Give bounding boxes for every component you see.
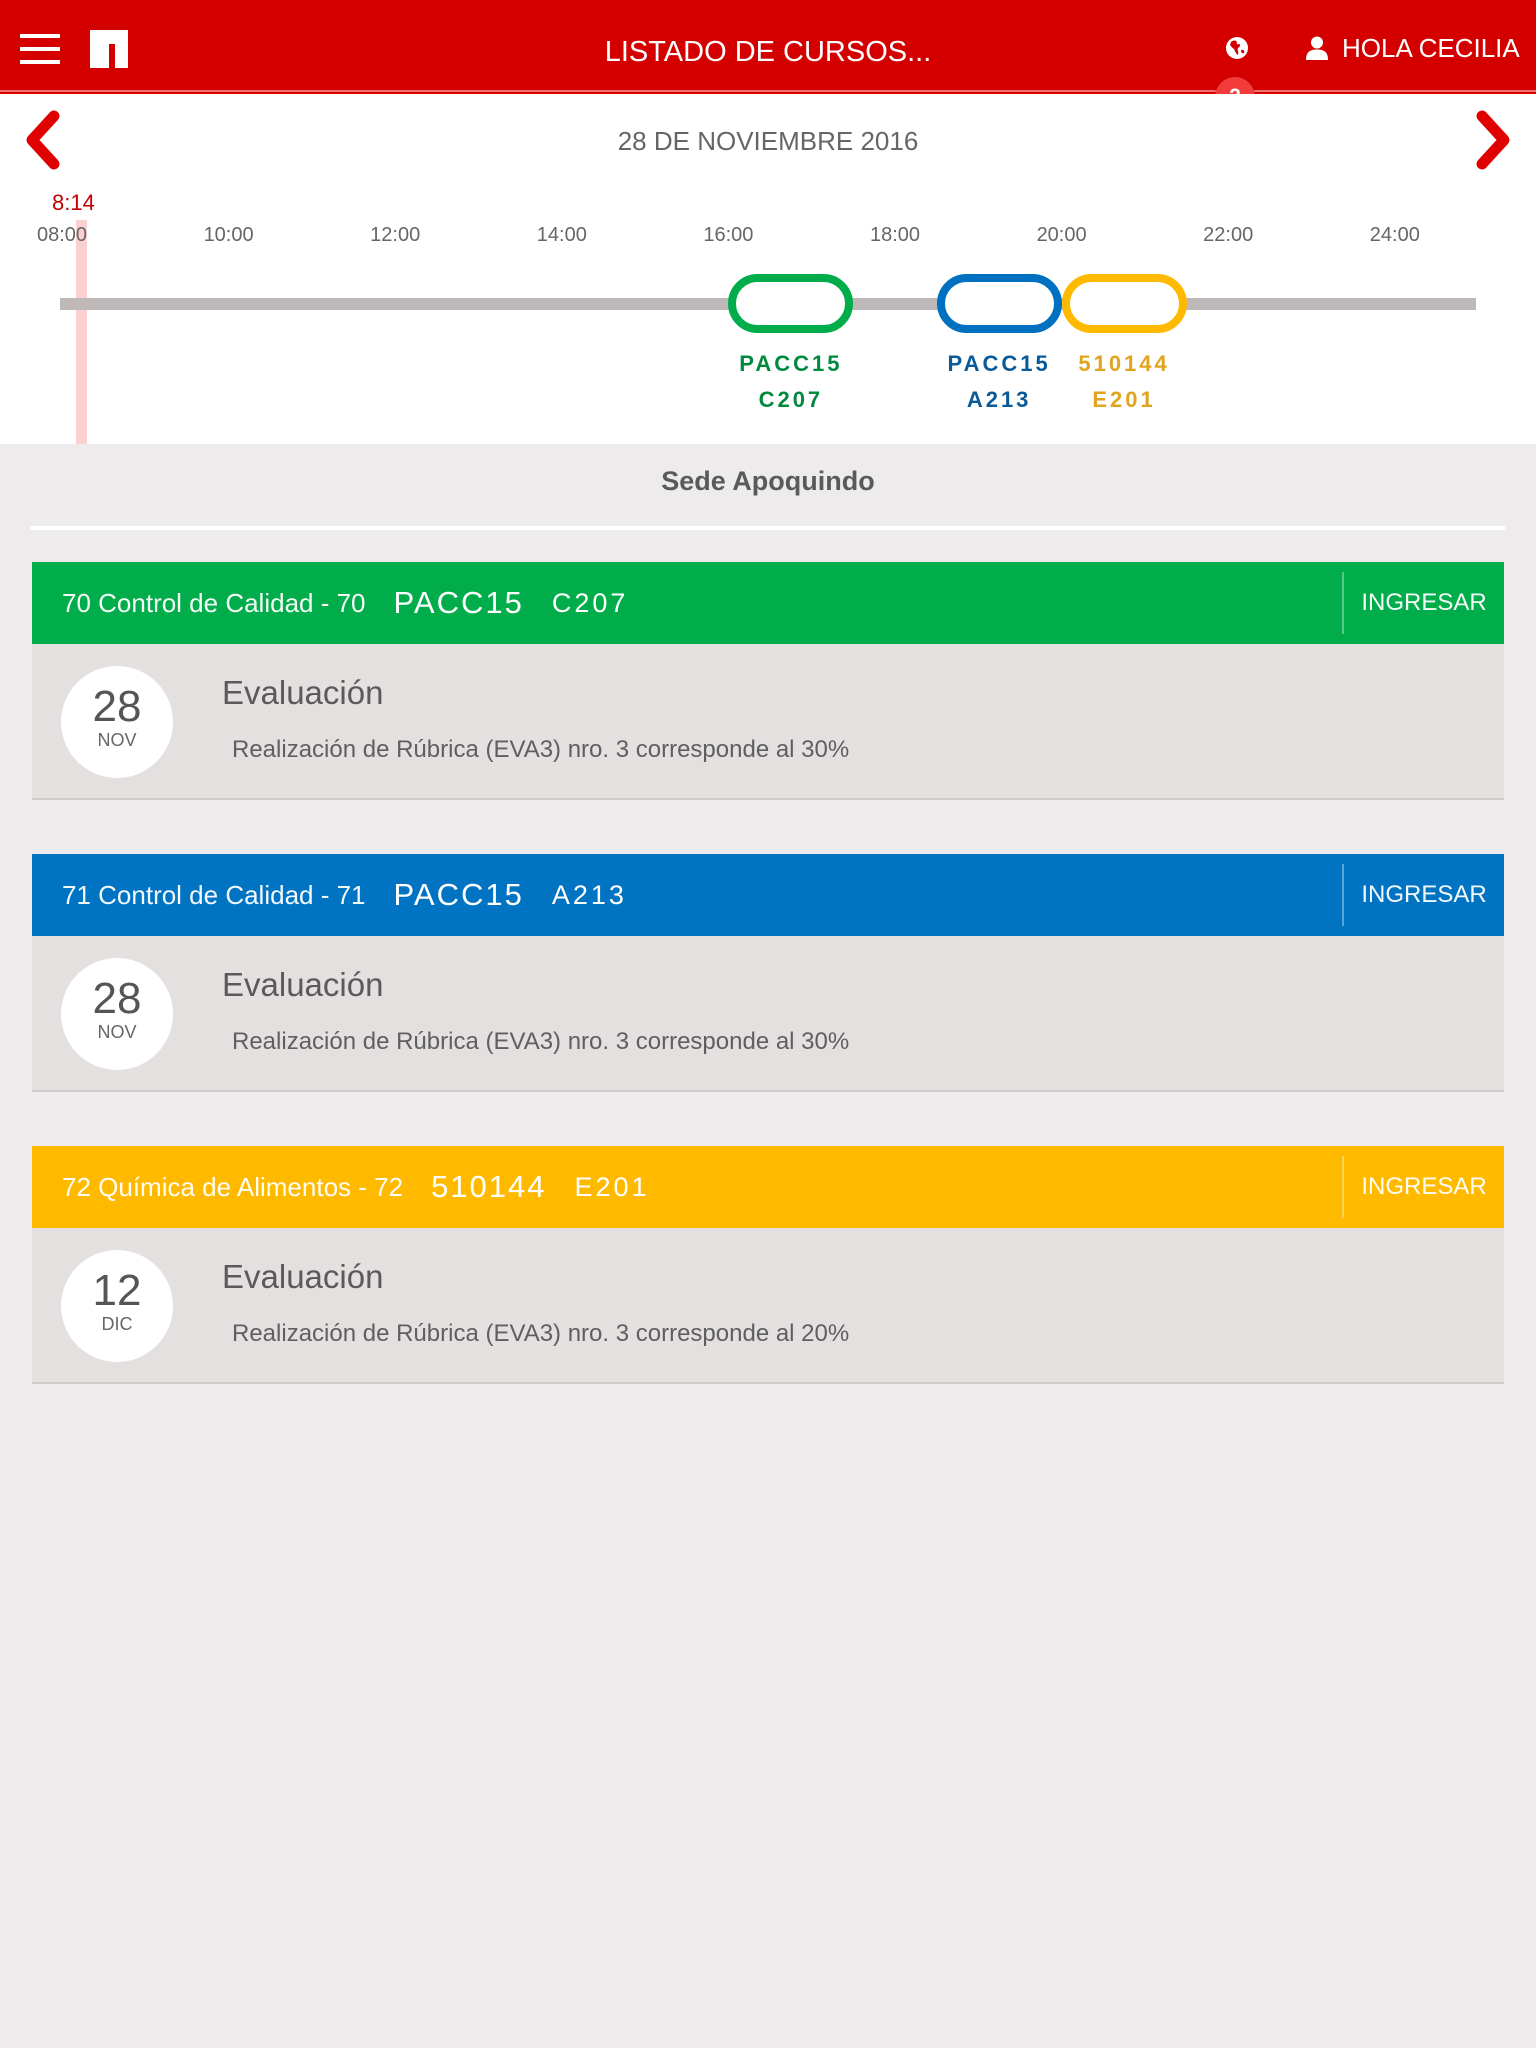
course-room: E201 [574,1171,650,1202]
evaluation-day: 12 [92,1266,142,1315]
course-card: 70 Control de Calidad - 70 PACC15 C207 I… [32,562,1504,800]
timeline-tick-label: 22:00 [1203,224,1254,246]
timeline-tick-label: 08:00 [36,224,88,246]
evaluation-item[interactable]: 12 DIC Evaluación Realización de Rúbrica… [32,1228,1504,1384]
timeline-event-room: A213 [966,387,1032,412]
course-card: 72 Química de Alimentos - 72 510144 E201… [32,1146,1504,1384]
timeline-event-label: PACC15 C207 [739,346,842,418]
evaluation-month: NOV [97,730,137,750]
evaluation-date-badge: 28 NOV [61,666,173,778]
evaluation-description: Realización de Rúbrica (EVA3) nro. 3 cor… [232,1028,850,1055]
ingresar-button[interactable]: INGRESAR [1342,864,1504,926]
evaluation-description: Realización de Rúbrica (EVA3) nro. 3 cor… [232,736,850,763]
timeline-event-label: 510144 E201 [1078,346,1169,418]
evaluation-title: Evaluación [222,674,384,711]
timeline-event-code: PACC15 [947,351,1051,376]
course-room: C207 [551,587,629,618]
user-greeting: HOLA CECILIA [1342,32,1520,63]
globe-icon[interactable] [1225,36,1249,60]
timeline-event-pill[interactable] [936,274,1062,333]
timeline-event-label: PACC15 A213 [948,346,1051,418]
timeline-date: 28 DE NOVIEMBRE 2016 [617,126,919,156]
next-day-chevron-icon[interactable] [1472,110,1516,170]
evaluation-day: 28 [92,974,142,1023]
timeline-tick-label: 16:00 [703,224,754,246]
course-name: 70 Control de Calidad - 70 [62,587,366,618]
evaluation-item[interactable]: 28 NOV Evaluación Realización de Rúbrica… [32,936,1504,1092]
course-name: 71 Control de Calidad - 71 [62,879,366,910]
evaluation-title: Evaluación [222,966,384,1003]
menu-hamburger-icon[interactable] [20,34,60,64]
timeline-tick-label: 12:00 [370,224,421,246]
evaluation-date-badge: 28 NOV [61,958,173,1070]
timeline-tick-label: 24:00 [1369,224,1420,246]
user-menu[interactable]: HOLA CECILIA [1306,30,1520,66]
evaluation-month: DIC [101,1314,133,1334]
campus-divider [30,526,1505,530]
timeline-event-room: C207 [758,387,824,412]
current-time-label: 8:14 [51,190,95,215]
ingresar-button[interactable]: INGRESAR [1342,572,1504,634]
timeline-tick-label: 14:00 [536,224,587,246]
timeline-event-pill[interactable] [1061,274,1187,333]
daily-timeline: 28 DE NOVIEMBRE 2016 8:14 08:00 10:00 12:0… [0,94,1536,444]
course-card: 71 Control de Calidad - 71 PACC15 A213 I… [32,854,1504,1092]
course-code: PACC15 [393,585,524,620]
evaluation-month: NOV [97,1022,137,1042]
course-code: PACC15 [393,877,524,912]
current-time-indicator [76,220,88,444]
timeline-event-code: PACC15 [739,351,843,376]
course-card-header: 72 Química de Alimentos - 72 510144 E201… [32,1146,1504,1228]
timeline-event-code: 510144 [1078,351,1170,376]
evaluation-day: 28 [92,682,142,731]
evaluation-description: Realización de Rúbrica (EVA3) nro. 3 cor… [232,1320,850,1347]
timeline-tick-label: 20:00 [1036,224,1087,246]
course-card-header: 70 Control de Calidad - 70 PACC15 C207 I… [32,562,1504,644]
timeline-tick-label: 10:00 [203,224,254,246]
course-card-header: 71 Control de Calidad - 71 PACC15 A213 I… [32,854,1504,936]
app-logo[interactable] [90,30,128,68]
ingresar-button[interactable]: INGRESAR [1342,1156,1504,1218]
timeline-event-room: E201 [1092,387,1156,412]
user-icon [1306,36,1328,60]
evaluation-item[interactable]: 28 NOV Evaluación Realización de Rúbrica… [32,644,1504,800]
course-code: 510144 [431,1169,547,1204]
course-room: A213 [551,879,627,910]
evaluation-date-badge: 12 DIC [61,1250,173,1362]
timeline-tick-label: 18:00 [869,224,921,246]
course-name: 72 Química de Alimentos - 72 [62,1171,404,1202]
evaluation-title: Evaluación [222,1258,384,1295]
timeline-event-pill[interactable] [728,274,854,333]
campus-heading: Sede Apoquindo [661,466,875,496]
